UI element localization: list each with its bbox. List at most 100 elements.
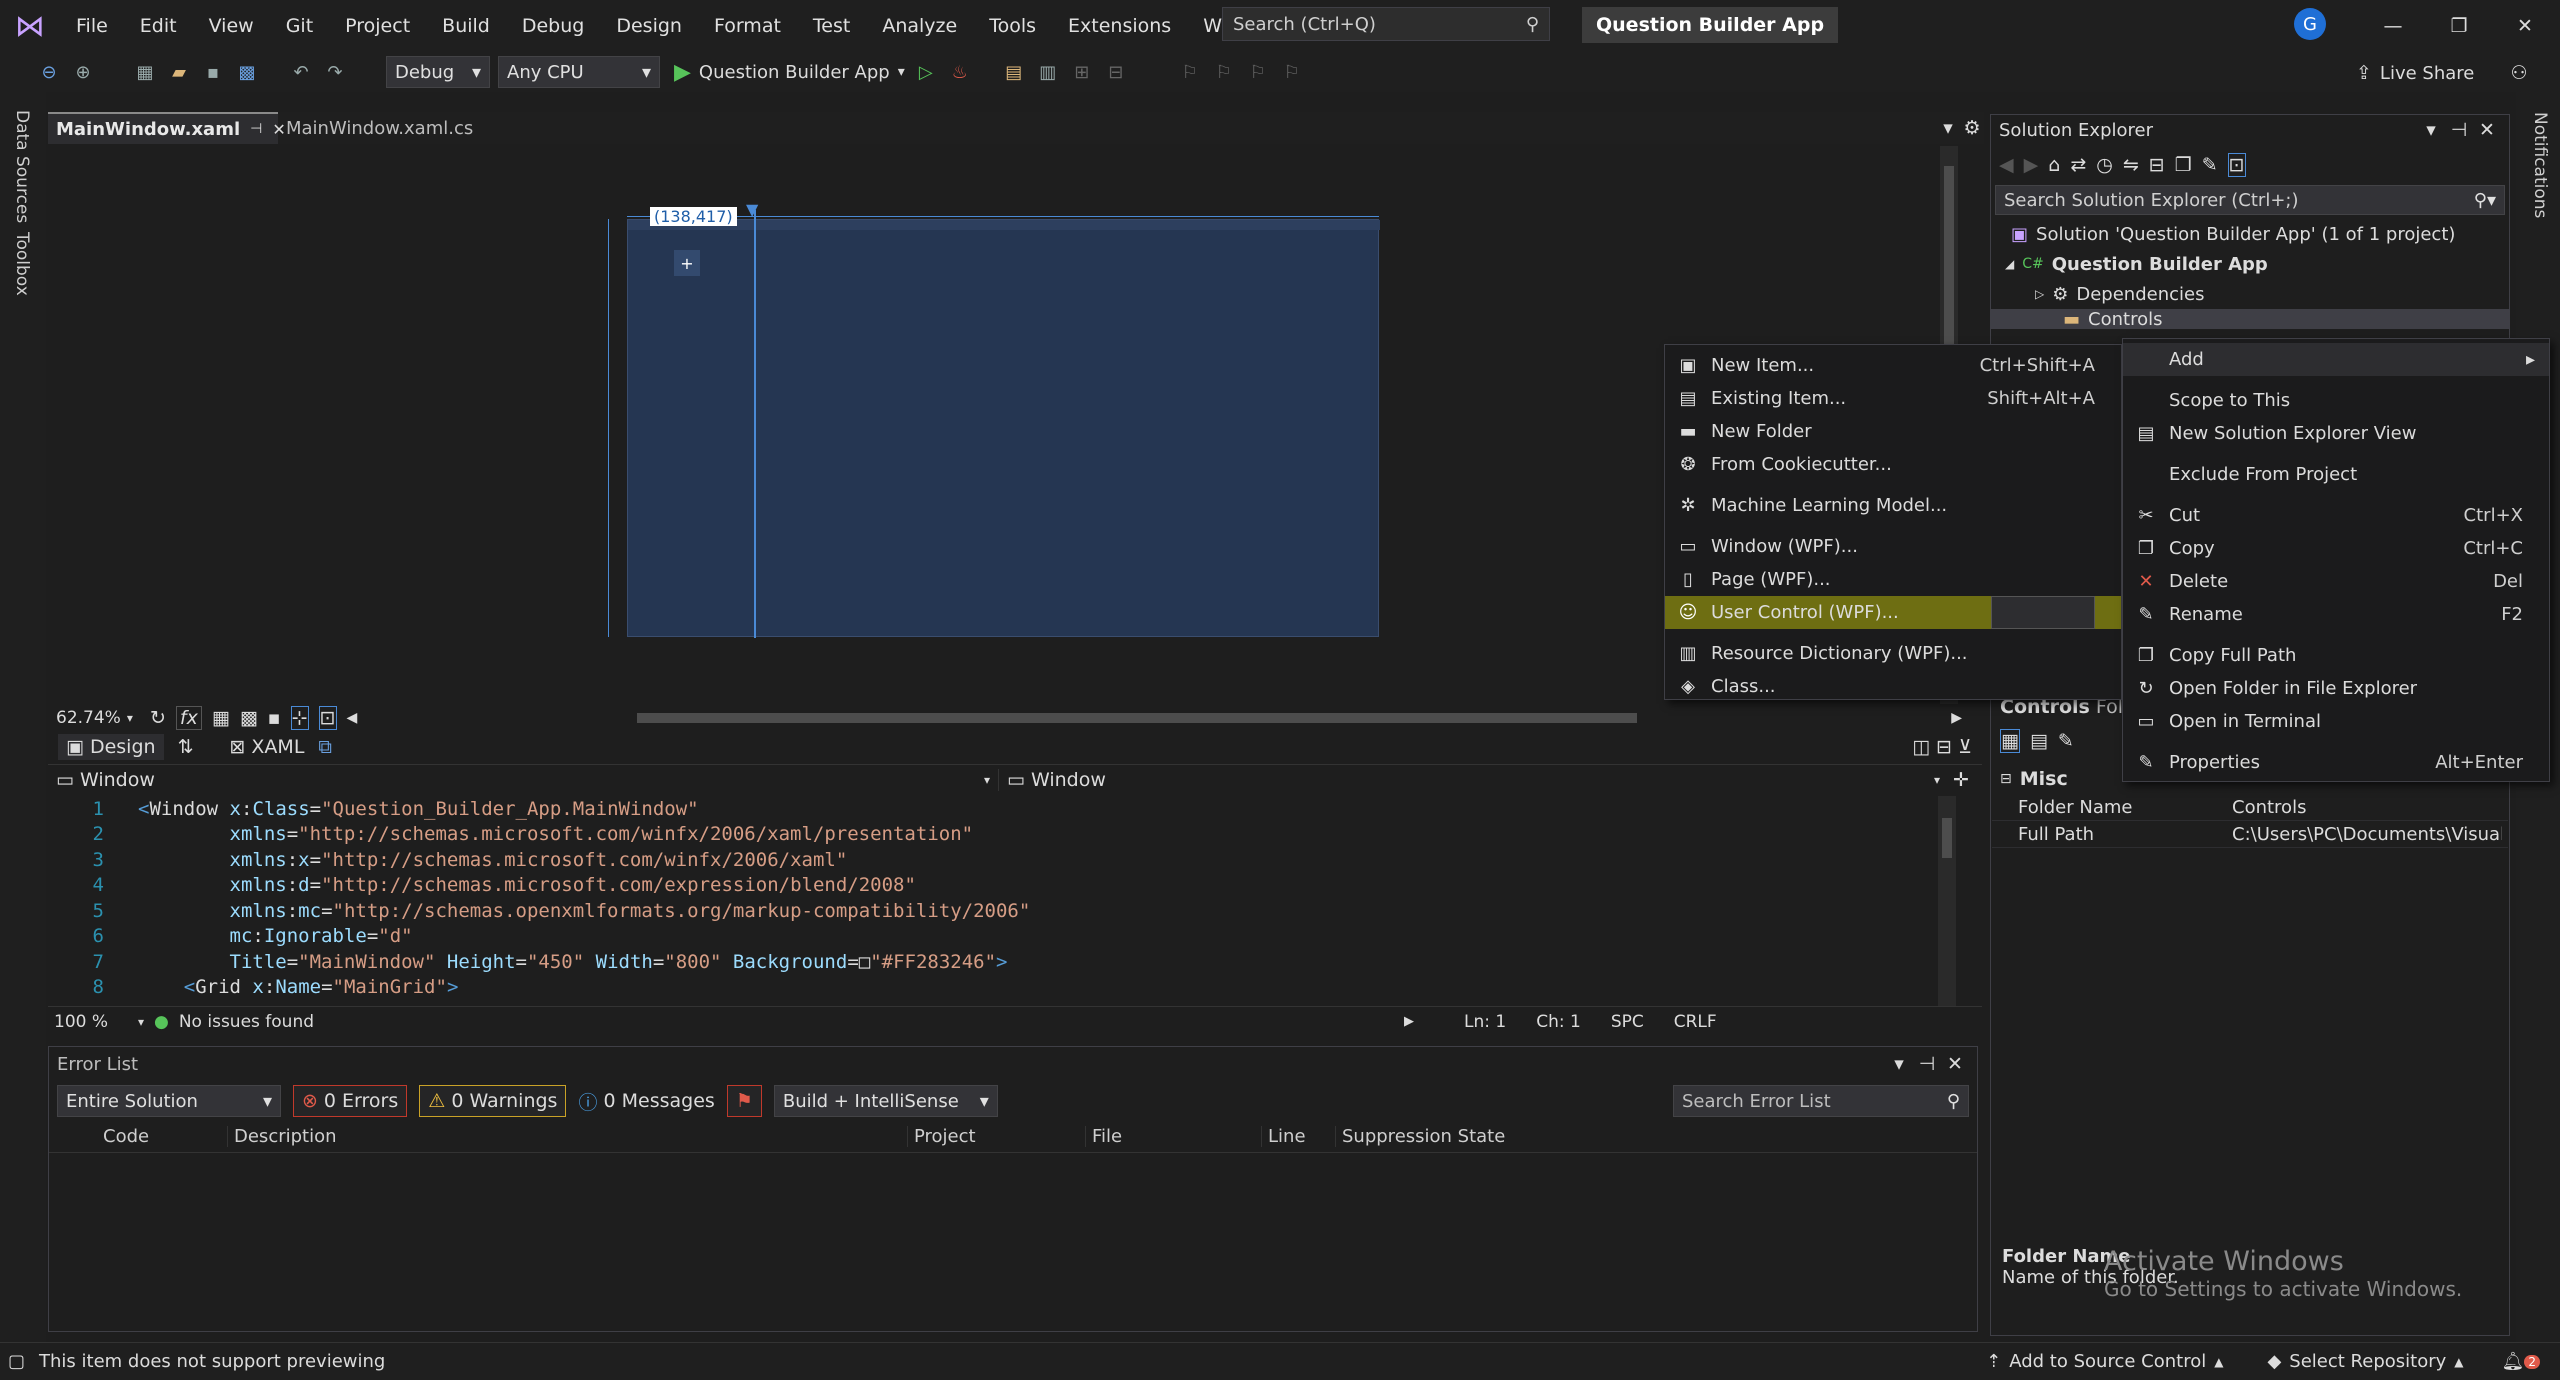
properties-icon[interactable]: ✎ (2202, 154, 2218, 176)
notifications-tab[interactable]: Notifications (2530, 112, 2550, 218)
restore-icon[interactable]: ❐ (2426, 0, 2492, 52)
minimize-icon[interactable]: — (2360, 0, 2426, 52)
menu-item-machine-learning-model[interactable]: ✲ Machine Learning Model... (1665, 489, 2121, 522)
menu-item-copy-full-path[interactable]: ❐ Copy Full Path (2123, 639, 2549, 672)
sync-icon[interactable]: ⇋ (2123, 154, 2139, 176)
scroll-left-icon[interactable]: ◀ (347, 710, 358, 726)
data-sources-tab[interactable]: Data Sources (12, 110, 32, 223)
scroll-thumb[interactable] (1944, 166, 1954, 366)
code-vscroll[interactable] (1938, 796, 1956, 1006)
editor-zoom-dropdown[interactable]: 100 % ▾ (54, 1012, 144, 1032)
warnings-filter-button[interactable]: ⚠ 0 Warnings (419, 1085, 567, 1117)
menu-view[interactable]: View (193, 0, 270, 52)
menu-item-page-wpf[interactable]: ▯ Page (WPF)... (1665, 563, 2121, 596)
start-without-debugging-icon[interactable]: ▷ (913, 59, 939, 85)
live-share-button[interactable]: ⇪ Live Share (2356, 58, 2474, 88)
messages-filter-button[interactable]: ⓘ 0 Messages (578, 1088, 714, 1115)
menu-item-new-folder[interactable]: ▬ New Folder (1665, 415, 2121, 448)
code-line[interactable]: 5 xmlns:mc="http://schemas.openxmlformat… (48, 898, 1956, 924)
undo-icon[interactable]: ↶ (288, 59, 314, 85)
align-icon[interactable]: ⊞ (1069, 59, 1095, 85)
forward-icon[interactable]: ▶ (2024, 154, 2039, 176)
pin-icon[interactable]: ⊣ (250, 121, 262, 137)
home-icon[interactable]: ⌂ (2048, 154, 2060, 176)
zoom-dropdown[interactable]: 62.74% ▾ (56, 708, 140, 728)
hot-reload-icon[interactable]: ♨ (947, 59, 973, 85)
scroll-thumb[interactable] (1942, 818, 1952, 858)
menu-file[interactable]: File (60, 0, 124, 52)
close-icon[interactable]: ✕ (2492, 0, 2558, 52)
menu-extensions[interactable]: Extensions (1052, 0, 1187, 52)
save-all-icon[interactable]: ▩ (234, 59, 260, 85)
add-split-icon[interactable]: ✛ (1948, 769, 1974, 791)
code-line[interactable]: 8 <Grid x:Name="MainGrid"> (48, 975, 1956, 1001)
menu-design[interactable]: Design (600, 0, 698, 52)
horizontal-split-icon[interactable]: ⊟ (1936, 736, 1952, 758)
menu-item-properties[interactable]: ✎ Properties Alt+Enter (2123, 746, 2549, 779)
snap-lines-icon[interactable]: ⊡ (318, 706, 337, 730)
scroll-thumb[interactable] (637, 713, 1638, 723)
menu-item-exclude-from-project[interactable]: Exclude From Project (2123, 458, 2549, 491)
element-selector-right[interactable]: ▭ Window ▾ (998, 768, 1948, 791)
preview-selected-icon[interactable]: ⊡ (2227, 153, 2246, 177)
align-2-icon[interactable]: ⊟ (1103, 59, 1129, 85)
menu-item-new-solution-explorer-view[interactable]: ▤ New Solution Explorer View (2123, 417, 2549, 450)
column-header[interactable]: Suppression State (1335, 1126, 1515, 1147)
artboard-icon[interactable]: ▪ (268, 707, 281, 729)
switch-views-icon[interactable]: ⇄ (2070, 154, 2086, 176)
tab-mainwindow-xaml-cs[interactable]: MainWindow.xaml.cs (278, 112, 518, 144)
menu-project[interactable]: Project (329, 0, 426, 52)
visual-studio-logo-icon[interactable]: ⋈ (0, 0, 60, 52)
bookmark-clear-icon[interactable]: ⚐ (1279, 59, 1305, 85)
code-line[interactable]: 6 mc:Ignorable="d" (48, 924, 1956, 950)
column-header[interactable]: Code (97, 1126, 227, 1147)
open-icon[interactable]: ▰ (166, 59, 192, 85)
dropdown-icon[interactable]: ▾ (1885, 1053, 1913, 1075)
menu-item-user-control-wpf[interactable]: ☺ User Control (WPF)... (1665, 596, 2121, 629)
search-input[interactable]: Search (Ctrl+Q) ⚲ (1222, 7, 1550, 41)
menu-item-cut[interactable]: ✂ Cut Ctrl+X (2123, 499, 2549, 532)
user-avatar[interactable]: G (2294, 8, 2326, 40)
grid-icon[interactable]: ▦ (212, 707, 230, 729)
menu-item-open-folder-in-file-explorer[interactable]: ↻ Open Folder in File Explorer (2123, 672, 2549, 705)
menu-build[interactable]: Build (426, 0, 506, 52)
pin-icon[interactable]: ⊣ (2445, 119, 2473, 141)
column-header[interactable]: File (1085, 1126, 1261, 1147)
bookmark-icon[interactable]: ⚐ (1177, 59, 1203, 85)
errors-filter-button[interactable]: ⊗ 0 Errors (293, 1085, 408, 1117)
tree-item-dependencies[interactable]: ▷ ⚙ Dependencies (1991, 279, 2509, 309)
back-icon[interactable]: ◀ (1999, 154, 2014, 176)
save-icon[interactable]: ▪ (200, 59, 226, 85)
column-header[interactable]: Line (1261, 1126, 1335, 1147)
start-debugging-button[interactable]: ▶ Question Builder App ▾ (674, 60, 905, 85)
tab-mainwindow-xaml[interactable]: MainWindow.xaml ⊣ ✕ (48, 112, 286, 144)
code-line[interactable]: 1 <Window x:Class="Question_Builder_App.M… (48, 796, 1956, 822)
collapse-icon[interactable]: ⊟ (2000, 771, 2012, 787)
snap-icon[interactable]: ⊹ (290, 706, 309, 730)
menu-item-existing-item[interactable]: ▤ Existing Item... Shift+Alt+A (1665, 382, 2121, 415)
close-icon[interactable]: ✕ (2473, 119, 2501, 141)
tab-overflow-icon[interactable]: ▾ (1936, 117, 1960, 139)
build-filter-dropdown[interactable]: Build + IntelliSense ▾ (773, 1085, 998, 1117)
scroll-right-icon[interactable]: ▶ (1404, 1014, 1414, 1029)
tree-item-controls[interactable]: ▬ Controls (1991, 309, 2509, 329)
property-row[interactable]: Folder Name Controls (1992, 794, 2508, 821)
categorized-icon[interactable]: ▦ (2000, 729, 2020, 753)
notifications-button[interactable]: 🔔︎ 2 (2502, 1351, 2540, 1372)
menu-item-add[interactable]: Add ▸ (2123, 343, 2549, 376)
menu-item-from-cookiecutter[interactable]: ❂ From Cookiecutter... (1665, 448, 2121, 481)
column-header[interactable]: Description (227, 1126, 907, 1147)
line-indicator[interactable]: Ln: 1 (1464, 1012, 1506, 1032)
issues-status[interactable]: No issues found (179, 1012, 314, 1032)
tree-item-project[interactable]: ◢ C# Question Builder App (1991, 249, 2509, 279)
bookmark-next-icon[interactable]: ⚐ (1245, 59, 1271, 85)
solution-search-input[interactable]: Search Solution Explorer (Ctrl+;) ⚲▾ (1995, 185, 2505, 215)
element-selector-left[interactable]: ▭ Window ▾ (48, 769, 998, 791)
menu-test[interactable]: Test (797, 0, 866, 52)
redo-icon[interactable]: ↷ (322, 59, 348, 85)
add-to-source-control-button[interactable]: ⇡ Add to Source Control ▲ (1986, 1351, 2223, 1372)
toolbar-misc-icon[interactable]: ▤ (1001, 59, 1027, 85)
feedback-icon[interactable]: ⚇ (2504, 58, 2534, 88)
tab-design[interactable]: ▣ Design (58, 734, 164, 760)
forward-icon[interactable]: ⊕ (70, 59, 96, 85)
